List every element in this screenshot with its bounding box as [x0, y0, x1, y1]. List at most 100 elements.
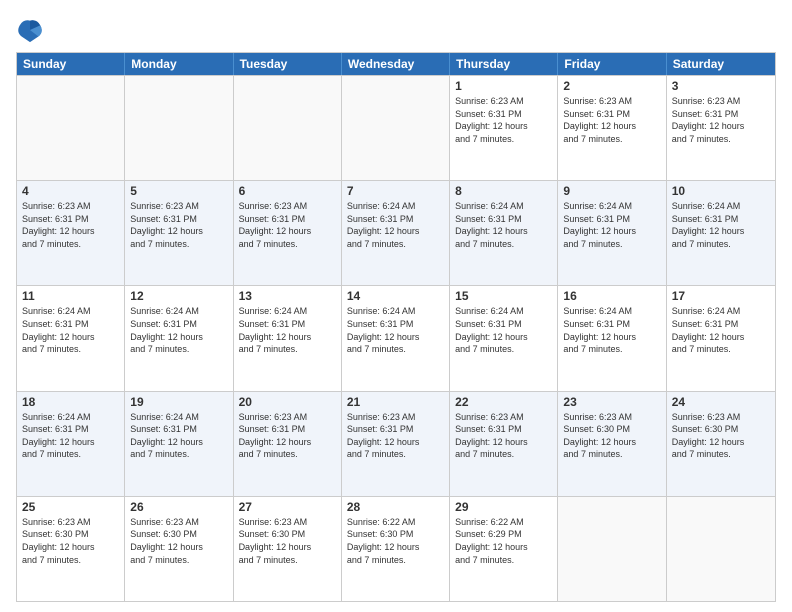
- day-info: Sunrise: 6:23 AM Sunset: 6:30 PM Dayligh…: [22, 516, 119, 566]
- day-info: Sunrise: 6:23 AM Sunset: 6:31 PM Dayligh…: [347, 411, 444, 461]
- day-cell-3: 3 Sunrise: 6:23 AM Sunset: 6:31 PM Daylig…: [667, 76, 775, 180]
- header-day-wednesday: Wednesday: [342, 53, 450, 75]
- logo-icon: [16, 16, 44, 44]
- day-info: Sunrise: 6:23 AM Sunset: 6:31 PM Dayligh…: [239, 200, 336, 250]
- day-cell-6: 6 Sunrise: 6:23 AM Sunset: 6:31 PM Daylig…: [234, 181, 342, 285]
- day-cell-28: 28 Sunrise: 6:22 AM Sunset: 6:30 PM Dayli…: [342, 497, 450, 601]
- day-number: 7: [347, 184, 444, 198]
- header-day-saturday: Saturday: [667, 53, 775, 75]
- day-cell-14: 14Sunrise: 6:24 AM Sunset: 6:31 PM Dayli…: [342, 286, 450, 390]
- day-cell-8: 8 Sunrise: 6:24 AM Sunset: 6:31 PM Daylig…: [450, 181, 558, 285]
- day-cell-19: 19Sunrise: 6:24 AM Sunset: 6:31 PM Dayli…: [125, 392, 233, 496]
- day-number: 11: [22, 289, 119, 303]
- day-cell-22: 22 Sunrise: 6:23 AM Sunset: 6:31 PM Dayli…: [450, 392, 558, 496]
- day-number: 19: [130, 395, 227, 409]
- day-info: Sunrise: 6:23 AM Sunset: 6:31 PM Dayligh…: [239, 411, 336, 461]
- day-number: 1: [455, 79, 552, 93]
- day-info: Sunrise: 6:24 AM Sunset: 6:31 PM Dayligh…: [672, 200, 770, 250]
- day-cell-7: 7 Sunrise: 6:24 AM Sunset: 6:31 PM Daylig…: [342, 181, 450, 285]
- header-day-sunday: Sunday: [17, 53, 125, 75]
- day-info: Sunrise: 6:24 AM Sunset: 6:31 PM Dayligh…: [22, 411, 119, 461]
- day-cell-18: 18 Sunrise: 6:24 AM Sunset: 6:31 PM Dayli…: [17, 392, 125, 496]
- day-info: Sunrise: 6:23 AM Sunset: 6:31 PM Dayligh…: [130, 200, 227, 250]
- day-number: 26: [130, 500, 227, 514]
- day-number: 21: [347, 395, 444, 409]
- header-day-thursday: Thursday: [450, 53, 558, 75]
- day-number: 9: [563, 184, 660, 198]
- day-info: Sunrise: 6:24 AM Sunset: 6:31 PM Dayligh…: [347, 200, 444, 250]
- day-number: 6: [239, 184, 336, 198]
- day-number: 23: [563, 395, 660, 409]
- day-number: 8: [455, 184, 552, 198]
- day-cell-4: 4 Sunrise: 6:23 AM Sunset: 6:31 PM Daylig…: [17, 181, 125, 285]
- day-cell-20: 20 Sunrise: 6:23 AM Sunset: 6:31 PM Dayli…: [234, 392, 342, 496]
- day-number: 13: [239, 289, 336, 303]
- day-info: Sunrise: 6:24 AM Sunset: 6:31 PM Dayligh…: [455, 200, 552, 250]
- calendar-row-0: 1 Sunrise: 6:23 AM Sunset: 6:31 PM Daylig…: [17, 75, 775, 180]
- calendar-row-1: 4 Sunrise: 6:23 AM Sunset: 6:31 PM Daylig…: [17, 180, 775, 285]
- day-info: Sunrise: 6:23 AM Sunset: 6:31 PM Dayligh…: [455, 411, 552, 461]
- day-number: 15: [455, 289, 552, 303]
- day-info: Sunrise: 6:24 AM Sunset: 6:31 PM Dayligh…: [455, 305, 552, 355]
- day-number: 10: [672, 184, 770, 198]
- day-cell-1: 1 Sunrise: 6:23 AM Sunset: 6:31 PM Daylig…: [450, 76, 558, 180]
- page-header: [16, 16, 776, 44]
- day-cell-2: 2Sunrise: 6:23 AM Sunset: 6:31 PM Daylig…: [558, 76, 666, 180]
- header-day-monday: Monday: [125, 53, 233, 75]
- day-cell-13: 13Sunrise: 6:24 AM Sunset: 6:31 PM Dayli…: [234, 286, 342, 390]
- day-cell-27: 27 Sunrise: 6:23 AM Sunset: 6:30 PM Dayli…: [234, 497, 342, 601]
- logo: [16, 16, 48, 44]
- day-info: Sunrise: 6:23 AM Sunset: 6:30 PM Dayligh…: [130, 516, 227, 566]
- day-number: 4: [22, 184, 119, 198]
- day-info: Sunrise: 6:23 AM Sunset: 6:30 PM Dayligh…: [563, 411, 660, 461]
- empty-cell: [342, 76, 450, 180]
- day-cell-11: 11 Sunrise: 6:24 AM Sunset: 6:31 PM Dayli…: [17, 286, 125, 390]
- empty-cell: [667, 497, 775, 601]
- calendar-row-2: 11 Sunrise: 6:24 AM Sunset: 6:31 PM Dayli…: [17, 285, 775, 390]
- day-cell-12: 12Sunrise: 6:24 AM Sunset: 6:31 PM Dayli…: [125, 286, 233, 390]
- day-number: 29: [455, 500, 552, 514]
- day-cell-10: 10 Sunrise: 6:24 AM Sunset: 6:31 PM Dayli…: [667, 181, 775, 285]
- day-number: 24: [672, 395, 770, 409]
- day-number: 22: [455, 395, 552, 409]
- day-cell-9: 9 Sunrise: 6:24 AM Sunset: 6:31 PM Daylig…: [558, 181, 666, 285]
- day-info: Sunrise: 6:24 AM Sunset: 6:31 PM Dayligh…: [672, 305, 770, 355]
- empty-cell: [125, 76, 233, 180]
- header-day-friday: Friday: [558, 53, 666, 75]
- day-cell-26: 26 Sunrise: 6:23 AM Sunset: 6:30 PM Dayli…: [125, 497, 233, 601]
- day-cell-15: 15 Sunrise: 6:24 AM Sunset: 6:31 PM Dayli…: [450, 286, 558, 390]
- day-number: 2: [563, 79, 660, 93]
- day-number: 12: [130, 289, 227, 303]
- calendar-row-4: 25 Sunrise: 6:23 AM Sunset: 6:30 PM Dayli…: [17, 496, 775, 601]
- empty-cell: [17, 76, 125, 180]
- day-cell-5: 5 Sunrise: 6:23 AM Sunset: 6:31 PM Daylig…: [125, 181, 233, 285]
- day-number: 5: [130, 184, 227, 198]
- day-number: 25: [22, 500, 119, 514]
- day-cell-29: 29 Sunrise: 6:22 AM Sunset: 6:29 PM Dayli…: [450, 497, 558, 601]
- calendar-page: SundayMondayTuesdayWednesdayThursdayFrid…: [0, 0, 792, 612]
- day-info: Sunrise: 6:22 AM Sunset: 6:30 PM Dayligh…: [347, 516, 444, 566]
- day-number: 27: [239, 500, 336, 514]
- day-number: 20: [239, 395, 336, 409]
- day-info: Sunrise: 6:23 AM Sunset: 6:31 PM Dayligh…: [22, 200, 119, 250]
- day-info: Sunrise: 6:23 AM Sunset: 6:31 PM Dayligh…: [455, 95, 552, 145]
- day-cell-23: 23 Sunrise: 6:23 AM Sunset: 6:30 PM Dayli…: [558, 392, 666, 496]
- calendar-body: 1 Sunrise: 6:23 AM Sunset: 6:31 PM Daylig…: [17, 75, 775, 601]
- empty-cell: [558, 497, 666, 601]
- day-info: Sunrise: 6:24 AM Sunset: 6:31 PM Dayligh…: [347, 305, 444, 355]
- calendar-grid: SundayMondayTuesdayWednesdayThursdayFrid…: [16, 52, 776, 602]
- day-number: 18: [22, 395, 119, 409]
- day-info: Sunrise: 6:24 AM Sunset: 6:31 PM Dayligh…: [563, 200, 660, 250]
- header-day-tuesday: Tuesday: [234, 53, 342, 75]
- day-cell-24: 24Sunrise: 6:23 AM Sunset: 6:30 PM Dayli…: [667, 392, 775, 496]
- day-number: 17: [672, 289, 770, 303]
- day-info: Sunrise: 6:24 AM Sunset: 6:31 PM Dayligh…: [563, 305, 660, 355]
- calendar-header: SundayMondayTuesdayWednesdayThursdayFrid…: [17, 53, 775, 75]
- day-number: 3: [672, 79, 770, 93]
- day-number: 28: [347, 500, 444, 514]
- day-info: Sunrise: 6:22 AM Sunset: 6:29 PM Dayligh…: [455, 516, 552, 566]
- day-info: Sunrise: 6:23 AM Sunset: 6:30 PM Dayligh…: [239, 516, 336, 566]
- day-info: Sunrise: 6:24 AM Sunset: 6:31 PM Dayligh…: [22, 305, 119, 355]
- empty-cell: [234, 76, 342, 180]
- day-info: Sunrise: 6:23 AM Sunset: 6:31 PM Dayligh…: [672, 95, 770, 145]
